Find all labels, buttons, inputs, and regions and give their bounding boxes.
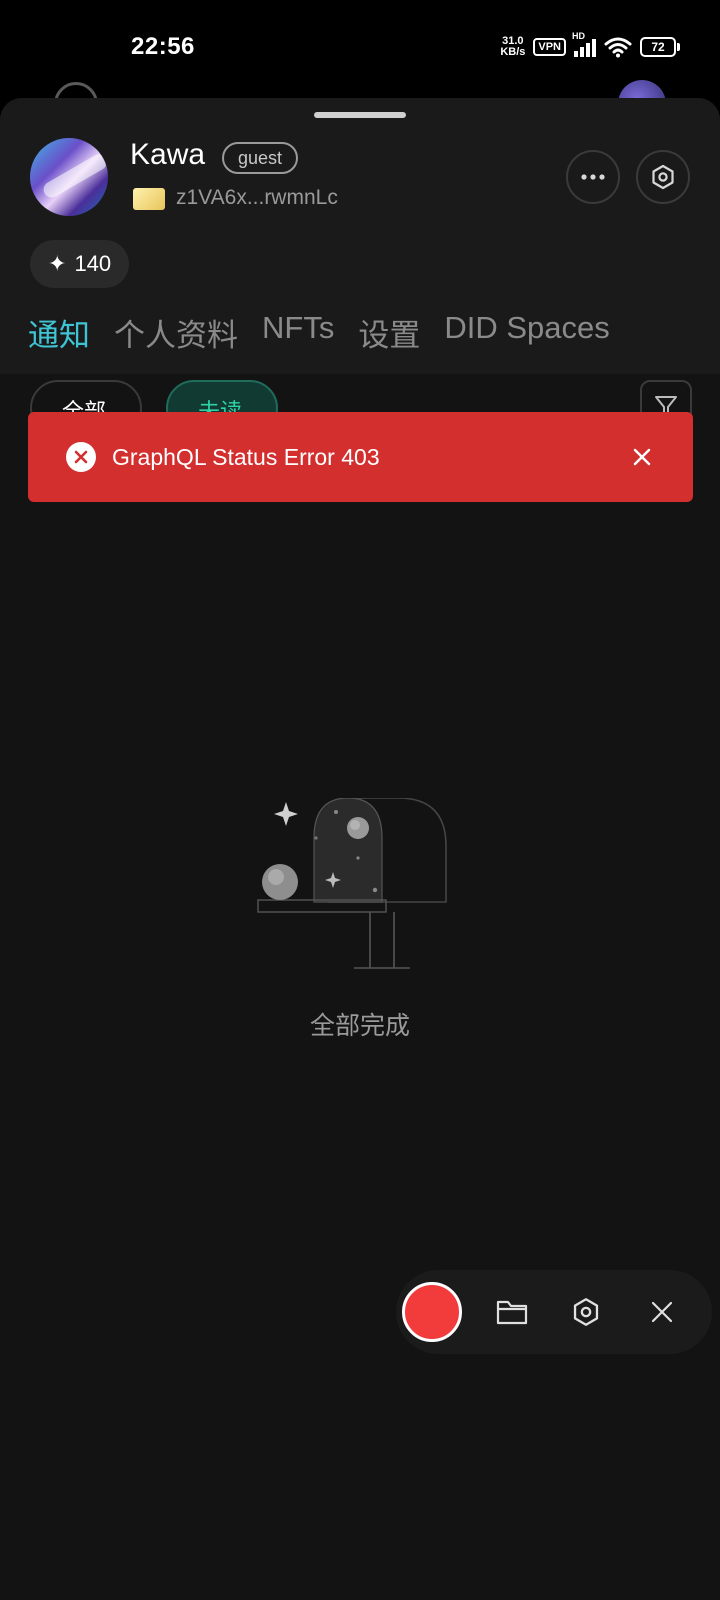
toolbar-settings-button[interactable] [568, 1294, 604, 1330]
user-name: Kawa [130, 138, 206, 171]
tab-bar: 通知 个人资料 NFTs 设置 DID Spaces [28, 310, 610, 355]
more-button[interactable] [566, 150, 620, 204]
floating-toolbar [396, 1270, 712, 1354]
tab-nfts[interactable]: NFTs [262, 310, 334, 355]
more-icon [581, 174, 605, 180]
tab-profile[interactable]: 个人资料 [114, 310, 238, 355]
error-toast: GraphQL Status Error 403 [28, 412, 693, 502]
status-icons: 31.0 KB/s VPN HD 72 [500, 31, 680, 60]
tab-notifications[interactable]: 通知 [28, 310, 90, 355]
hexagon-settings-icon [573, 1298, 599, 1326]
toast-message: GraphQL Status Error 403 [112, 443, 380, 470]
battery-level: 72 [640, 37, 676, 57]
close-icon [633, 448, 651, 466]
close-icon [651, 1301, 673, 1323]
hd-label: HD [572, 31, 585, 41]
folder-button[interactable] [494, 1294, 530, 1330]
did-address[interactable]: z1VA6x...rwmnLc [176, 186, 338, 210]
signal-icon: HD [572, 31, 596, 57]
avatar[interactable] [30, 138, 108, 216]
sparkle-icon: ✦ [48, 251, 67, 276]
drag-handle[interactable] [314, 112, 406, 118]
profile-header: Kawa guest z1VA6x...rwmnLc ✦ 140 通知 个人资料… [0, 98, 720, 374]
tab-settings[interactable]: 设置 [358, 310, 420, 355]
role-badge: guest [222, 142, 299, 174]
battery-icon: 72 [640, 37, 680, 57]
error-circle-icon [66, 442, 96, 472]
mailbox-illustration [257, 798, 447, 969]
points-chip[interactable]: ✦ 140 [30, 240, 130, 288]
wallet-icon [133, 188, 165, 210]
vpn-icon: VPN [533, 38, 566, 56]
toolbar-close-button[interactable] [644, 1294, 680, 1330]
empty-state-text: 全部完成 [309, 1012, 410, 1040]
settings-button[interactable] [636, 150, 690, 204]
toast-close-button[interactable] [627, 442, 657, 472]
folder-icon [496, 1300, 528, 1325]
wifi-icon [604, 37, 632, 58]
status-bar: 22:56 31.0 KB/s VPN HD 72 [0, 0, 720, 96]
network-speed: 31.0 KB/s [500, 36, 525, 58]
network-speed-unit: KB/s [500, 46, 526, 58]
hexagon-settings-icon [652, 164, 674, 190]
tab-did-spaces[interactable]: DID Spaces [444, 310, 609, 355]
points-value: 140 [74, 251, 112, 276]
record-button[interactable] [402, 1282, 462, 1342]
user-center-sheet: Kawa guest z1VA6x...rwmnLc ✦ 140 通知 个人资料… [0, 98, 720, 1600]
status-time: 22:56 [131, 33, 195, 60]
